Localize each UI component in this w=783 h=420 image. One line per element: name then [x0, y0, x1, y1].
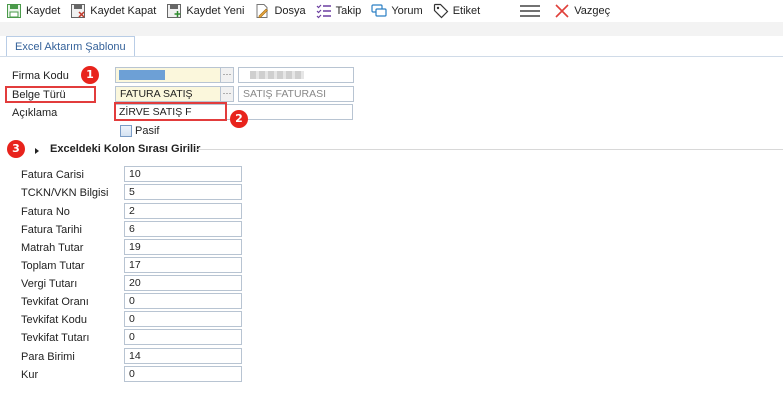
save-new-icon: [166, 3, 182, 19]
comment-button[interactable]: Yorum: [365, 1, 426, 21]
doc-type-label: Belge Türü: [12, 89, 66, 101]
column-label: Para Birimi: [21, 351, 75, 363]
save-close-label: Kaydet Kapat: [90, 5, 157, 17]
cancel-button[interactable]: Vazgeç: [548, 1, 614, 21]
save-icon: [6, 3, 22, 19]
column-label: Vergi Tutarı: [21, 278, 78, 290]
column-input[interactable]: 0: [124, 293, 242, 309]
firm-name-redacted: [250, 71, 304, 79]
follow-label: Takip: [335, 5, 362, 17]
column-input[interactable]: 6: [124, 221, 242, 237]
badge-1: 1: [81, 66, 99, 84]
badge-2: 2: [230, 110, 248, 128]
column-input[interactable]: 19: [124, 239, 242, 255]
section-title: Exceldeki Kolon Sırası Girilir: [50, 143, 201, 155]
column-label: Toplam Tutar: [21, 260, 85, 272]
doc-type-lookup-button[interactable]: ···: [220, 86, 234, 102]
file-label: Dosya: [274, 5, 306, 17]
hamburger-menu-icon[interactable]: [520, 4, 541, 18]
save-close-button[interactable]: Kaydet Kapat: [64, 1, 160, 21]
column-input[interactable]: 17: [124, 257, 242, 273]
comment-label: Yorum: [391, 5, 423, 17]
close-icon: [554, 3, 570, 19]
follow-button[interactable]: Takip: [310, 1, 366, 21]
tab-divider: [0, 56, 783, 57]
passive-label: Pasif: [135, 125, 160, 137]
column-label: Fatura Carisi: [21, 169, 84, 181]
file-button[interactable]: Dosya: [248, 1, 309, 21]
column-label: Tevkifat Kodu: [21, 314, 88, 326]
column-input[interactable]: 10: [124, 166, 242, 182]
expand-arrow-icon[interactable]: [33, 146, 41, 154]
column-input[interactable]: 2: [124, 203, 242, 219]
description-label: Açıklama: [12, 107, 58, 119]
firm-code-redacted: [119, 70, 165, 80]
column-label: Fatura No: [21, 206, 70, 218]
description-value: ZİRVE SATIŞ F: [119, 106, 192, 118]
comment-icon: [371, 3, 387, 19]
firm-code-lookup-button[interactable]: ···: [220, 67, 234, 83]
tab-excel-template[interactable]: Excel Aktarım Şablonu: [6, 36, 135, 57]
column-input[interactable]: 0: [124, 329, 242, 345]
passive-checkbox[interactable]: [120, 125, 132, 137]
section-divider: [196, 149, 783, 150]
column-input[interactable]: 5: [124, 184, 242, 200]
column-input[interactable]: 14: [124, 348, 242, 364]
save-new-button[interactable]: Kaydet Yeni: [160, 1, 248, 21]
tag-icon: [433, 3, 449, 19]
tag-label: Etiket: [452, 5, 481, 17]
column-label: Fatura Tarihi: [21, 224, 82, 236]
column-label: Kur: [21, 369, 39, 381]
column-input[interactable]: 0: [124, 311, 242, 327]
doc-type-input[interactable]: FATURA SATIŞ: [115, 86, 221, 102]
column-input[interactable]: 20: [124, 275, 242, 291]
header-band: [0, 22, 783, 36]
badge-3: 3: [7, 140, 25, 158]
column-label: Tevkifat Oranı: [21, 296, 89, 308]
checklist-icon: [316, 3, 332, 19]
column-input[interactable]: 0: [124, 366, 242, 382]
file-icon: [254, 3, 270, 19]
save-button[interactable]: Kaydet: [0, 1, 64, 21]
save-label: Kaydet: [26, 5, 61, 17]
firm-code-label: Firma Kodu: [12, 70, 69, 82]
save-new-label: Kaydet Yeni: [186, 5, 245, 17]
doc-type-description: SATIŞ FATURASI: [238, 86, 354, 102]
column-label: Matrah Tutar: [21, 242, 84, 254]
tag-button[interactable]: Etiket: [427, 1, 485, 21]
column-label: TCKN/VKN Bilgisi: [21, 187, 109, 199]
toolbar: Kaydet Kaydet Kapat Kaydet Yeni Dosya Ta…: [0, 0, 783, 22]
save-close-icon: [70, 3, 86, 19]
column-label: Tevkifat Tutarı: [21, 332, 90, 344]
cancel-label: Vazgeç: [574, 5, 611, 17]
